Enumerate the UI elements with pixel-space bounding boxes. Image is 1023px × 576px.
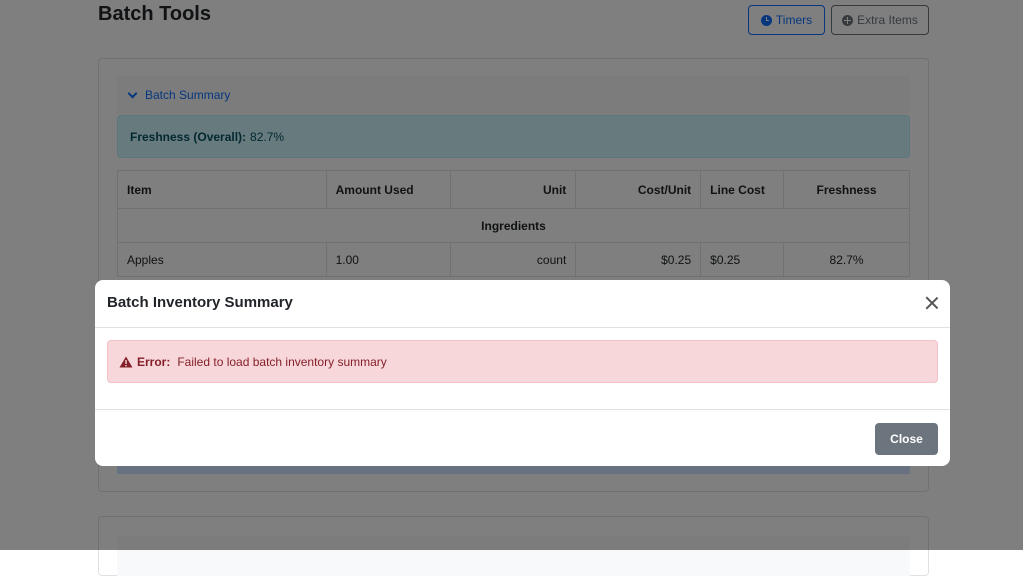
error-message: Failed to load batch inventory summary xyxy=(177,354,387,369)
modal-footer: Close xyxy=(95,409,950,466)
error-alert: Error: Failed to load batch inventory su… xyxy=(107,340,938,383)
batch-inventory-modal: Batch Inventory Summary Error: Failed to… xyxy=(95,280,950,466)
modal-title: Batch Inventory Summary xyxy=(107,294,293,311)
modal-backdrop[interactable] xyxy=(0,0,1023,550)
modal-header: Batch Inventory Summary xyxy=(95,280,950,328)
error-label: Error: xyxy=(137,354,171,369)
close-icon[interactable] xyxy=(925,296,939,310)
warning-triangle-icon xyxy=(119,356,133,367)
close-button[interactable]: Close xyxy=(875,423,938,455)
